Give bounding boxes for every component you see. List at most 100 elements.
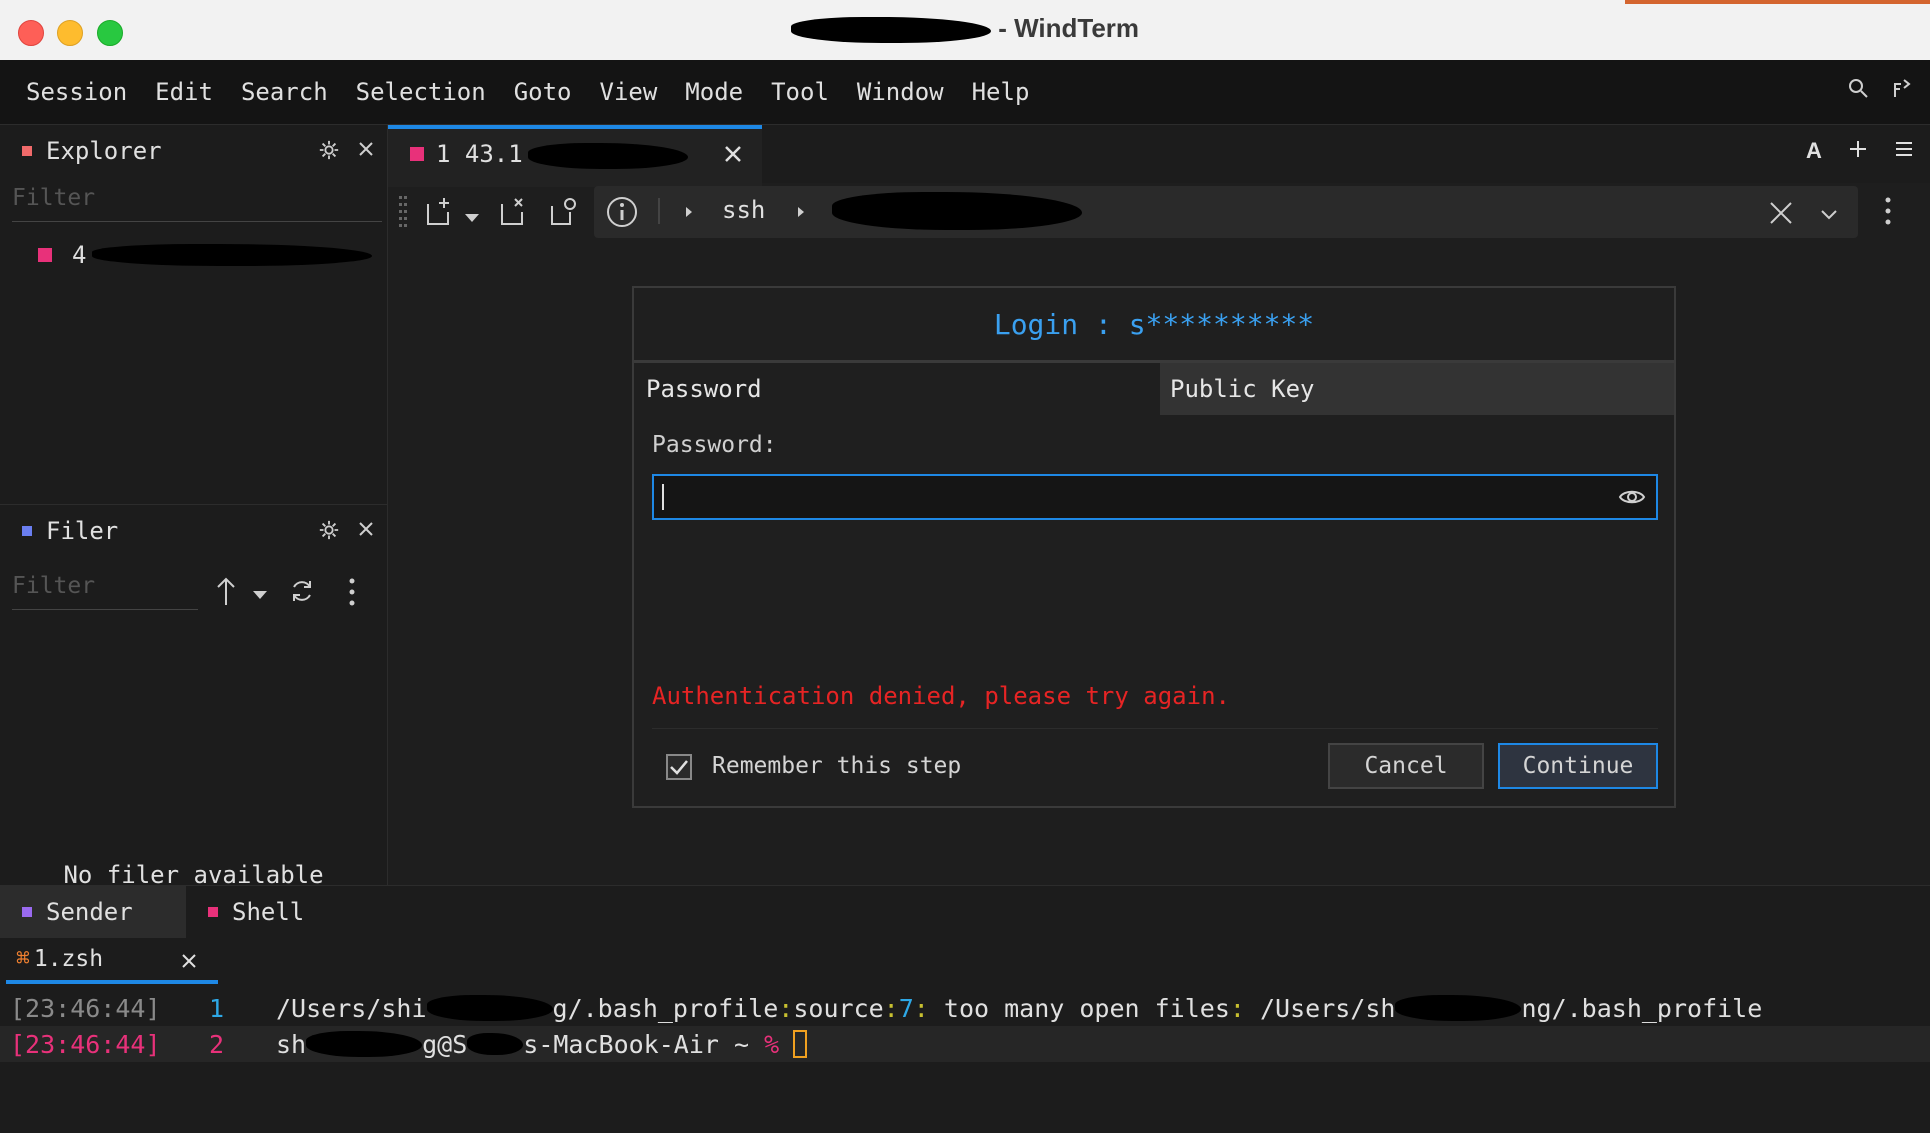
close-icon[interactable]: [356, 519, 376, 543]
tab-shell[interactable]: Shell: [186, 886, 304, 938]
session-tab[interactable]: 1 43.1: [388, 125, 762, 187]
tab-sender[interactable]: Sender: [0, 886, 186, 938]
line-separator: :: [1229, 993, 1245, 1023]
clear-icon[interactable]: [1768, 200, 1794, 230]
bottom-tabs: Sender Shell: [0, 886, 1930, 938]
session-item-label: 4: [72, 241, 87, 269]
cancel-button[interactable]: Cancel: [1328, 743, 1484, 789]
redaction-mark: [790, 17, 991, 44]
network-icon[interactable]: [1890, 76, 1914, 104]
line-command: source: [793, 993, 884, 1023]
new-session-icon[interactable]: [424, 196, 456, 232]
chevron-down-icon[interactable]: [1820, 206, 1838, 225]
filer-filter-input[interactable]: Filter: [12, 573, 198, 610]
menu-view[interactable]: View: [586, 78, 672, 106]
menu-search[interactable]: Search: [227, 78, 342, 106]
plus-icon[interactable]: [1848, 139, 1868, 163]
line-number: 1: [208, 993, 224, 1023]
tab-shell-label: Shell: [232, 898, 305, 926]
redaction-mark: [1395, 995, 1522, 1021]
password-field[interactable]: [652, 474, 1658, 520]
auth-error-message: Authentication denied, please try again.: [652, 682, 1230, 710]
explorer-panel: Explorer Filter 4: [0, 125, 387, 269]
menu-selection[interactable]: Selection: [342, 78, 500, 106]
chevron-right-icon: [796, 204, 806, 223]
menu-session[interactable]: Session: [12, 78, 141, 106]
protocol-label[interactable]: ssh: [722, 196, 765, 224]
line-text: g/.bash_profile: [552, 993, 779, 1023]
gear-icon[interactable]: [318, 139, 340, 165]
close-tab-icon[interactable]: [722, 143, 744, 169]
drag-handle-icon[interactable]: [398, 194, 408, 234]
refresh-icon[interactable]: [288, 577, 316, 609]
text-caret: [662, 484, 664, 510]
dropdown-arrow-icon[interactable]: [464, 208, 480, 227]
line-lineno: 7: [898, 993, 914, 1023]
dialog-title: Login : s**********: [634, 288, 1674, 363]
redaction-mark: [467, 1033, 524, 1055]
prompt-user: g@S: [422, 1029, 468, 1059]
menu-window[interactable]: Window: [843, 78, 958, 106]
window-title: - WindTerm: [0, 13, 1930, 44]
remember-checkbox[interactable]: [666, 754, 692, 780]
bottom-panel: Sender Shell ⌘ 1.zsh [23:46:44] 1 /Users…: [0, 885, 1930, 1133]
more-vertical-icon[interactable]: [1884, 196, 1892, 230]
line-timestamp: [23:46:44]: [10, 1029, 161, 1059]
search-icon[interactable]: [1846, 76, 1870, 104]
title-accent: [1625, 0, 1930, 4]
menu-tool[interactable]: Tool: [757, 78, 843, 106]
chevron-right-icon: [684, 204, 694, 223]
tab-sender-label: Sender: [46, 898, 133, 926]
redaction-mark: [426, 995, 553, 1021]
sender-color-marker: [22, 907, 32, 917]
dropdown-arrow-icon[interactable]: [252, 585, 268, 604]
session-tab-color-marker: [410, 147, 424, 161]
terminal-tab-label: 1.zsh: [33, 946, 104, 972]
close-icon[interactable]: [180, 950, 198, 976]
menu-edit[interactable]: Edit: [141, 78, 227, 106]
prompt-user: sh: [276, 1029, 307, 1059]
explorer-session-item[interactable]: 4: [38, 241, 373, 269]
menu-goto[interactable]: Goto: [500, 78, 586, 106]
line-separator: :: [778, 993, 794, 1023]
info-icon[interactable]: [606, 196, 638, 232]
filer-panel: Filer Filter No filer available: [0, 505, 387, 889]
more-vertical-icon[interactable]: [348, 577, 356, 611]
explorer-color-marker: [22, 146, 32, 156]
terminal-tab[interactable]: ⌘ 1.zsh: [6, 938, 218, 984]
menu-help[interactable]: Help: [958, 78, 1044, 106]
login-dialog: Login : s********** Password Public Key …: [632, 286, 1676, 808]
address-bar[interactable]: ssh: [594, 186, 1858, 238]
close-icon[interactable]: [356, 139, 376, 163]
line-number: 2: [208, 1029, 224, 1059]
arrow-up-icon[interactable]: [214, 575, 238, 611]
title-bar: - WindTerm: [0, 0, 1930, 61]
close-session-icon[interactable]: [498, 196, 530, 232]
duplicate-session-icon[interactable]: [548, 196, 580, 232]
font-a-icon[interactable]: A: [1806, 138, 1822, 164]
terminal-line-current: [23:46:44] 2 sh g@S s-MacBook-Air ~ %: [0, 1026, 1930, 1062]
remember-label[interactable]: Remember this step: [712, 753, 961, 779]
redaction-mark: [306, 1031, 423, 1057]
main-menu: Session Edit Search Selection Goto View …: [12, 60, 1043, 124]
auth-tabs: Password Public Key: [634, 363, 1674, 415]
command-key-icon: ⌘: [16, 946, 30, 972]
shell-color-marker: [208, 907, 218, 917]
explorer-title: Explorer: [46, 137, 162, 165]
terminal-cursor[interactable]: [793, 1030, 808, 1058]
explorer-filter-input[interactable]: Filter: [12, 185, 382, 222]
eye-icon[interactable]: [1618, 486, 1646, 512]
menu-icon[interactable]: [1894, 140, 1914, 162]
prompt-symbol: %: [764, 1029, 780, 1059]
continue-button[interactable]: Continue: [1498, 743, 1658, 789]
tab-password[interactable]: Password: [634, 363, 1160, 415]
tab-public-key[interactable]: Public Key: [1160, 363, 1674, 415]
line-separator: :: [913, 993, 929, 1023]
menu-mode[interactable]: Mode: [671, 78, 757, 106]
terminal-line: [23:46:44] 1 /Users/shi g/.bash_profile: s…: [0, 990, 1930, 1026]
checkmark-icon: [670, 760, 688, 775]
gear-icon[interactable]: [318, 519, 340, 545]
separator: [658, 198, 660, 224]
line-path: /Users/sh: [1244, 993, 1396, 1023]
dialog-separator: [652, 728, 1658, 729]
